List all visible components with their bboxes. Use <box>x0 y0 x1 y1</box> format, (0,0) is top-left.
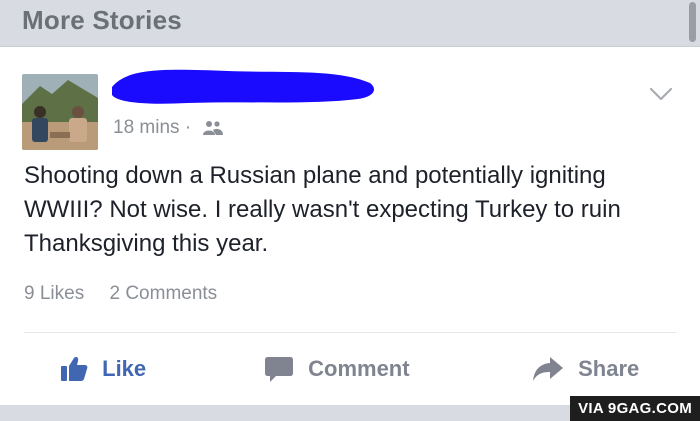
share-label: Share <box>578 356 640 382</box>
likes-count[interactable]: 9 Likes <box>24 283 84 304</box>
scrollbar[interactable] <box>689 2 696 42</box>
comment-icon <box>265 357 293 383</box>
post-timestamp[interactable]: 18 mins <box>113 117 180 138</box>
thumbs-up-icon <box>61 357 88 382</box>
comments-count[interactable]: 2 Comments <box>109 283 217 304</box>
more-stories-header: More Stories <box>0 0 700 47</box>
post-text: Shooting down a Russian plane and potent… <box>24 162 621 257</box>
profile-photo <box>22 74 98 150</box>
like-button[interactable]: Like <box>60 355 146 387</box>
share-arrow-icon <box>533 357 563 382</box>
post-card: 18 mins · Shooting down a Russian plane … <box>0 47 700 405</box>
share-button[interactable]: Share <box>532 355 639 387</box>
comment-label: Comment <box>308 356 410 382</box>
redacted-name <box>112 69 374 104</box>
meta-separator: · <box>184 117 192 138</box>
like-label: Like <box>102 356 147 382</box>
watermark: VIA 9GAG.COM <box>570 396 700 421</box>
comment-button[interactable]: Comment <box>264 355 410 387</box>
post-meta: 18 mins · <box>113 117 224 139</box>
friends-icon[interactable] <box>202 120 224 136</box>
post-counts: 9 Likes 2 Comments <box>24 283 237 305</box>
divider <box>24 332 676 333</box>
header-title: More Stories <box>22 5 182 35</box>
chevron-down-icon[interactable] <box>648 83 674 105</box>
avatar[interactable] <box>22 74 98 150</box>
